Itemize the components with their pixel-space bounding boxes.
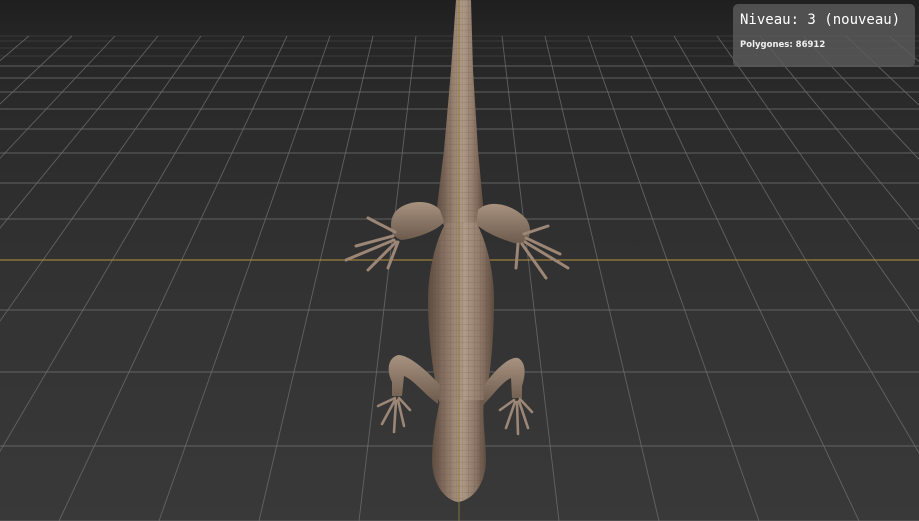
lizard-front-right-leg (476, 203, 530, 244)
info-overlay: Niveau: 3 (nouveau) Polygones: 86912 (733, 4, 915, 67)
3d-viewport[interactable]: Niveau: 3 (nouveau) Polygones: 86912 (0, 0, 919, 521)
lizard-model[interactable] (344, 0, 570, 502)
lizard-front-right-hand (514, 224, 570, 280)
lizard-front-left-leg (390, 201, 444, 240)
polygon-count-label: Polygones: 86912 (740, 40, 826, 50)
lizard-hind-right-foot (498, 397, 534, 436)
viewport-scene[interactable] (0, 0, 919, 521)
lizard-front-left-hand (344, 216, 400, 272)
subdivision-level-label: Niveau: 3 (nouveau) (740, 12, 901, 28)
lizard-hind-left-foot (376, 396, 412, 434)
